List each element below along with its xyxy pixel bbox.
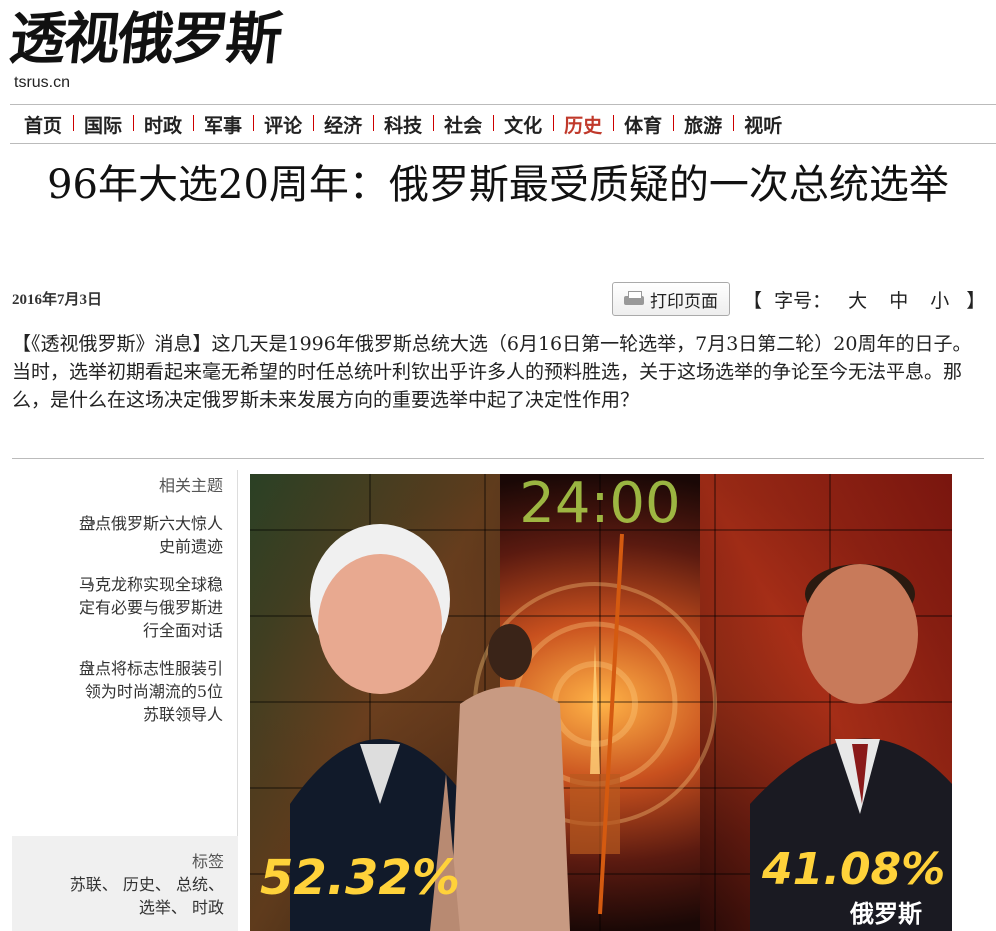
election-screen-photo: 24:00 52.32% 41.08% 俄罗斯	[250, 474, 952, 931]
logo-calligraphy: 透视俄罗斯	[6, 6, 284, 72]
article-meta: 2016年7月3日 打印页面 【 字号： 大 中 小 】	[12, 282, 985, 318]
article-lead: 【《透视俄罗斯》消息】这几天是1996年俄罗斯总统大选（6月16日第一轮选举，7…	[12, 333, 972, 411]
tags-box: 标签 苏联、 历史、 总统、 选举、 时政	[12, 836, 238, 931]
fontsize-label: 字号：	[774, 290, 832, 312]
tag-link[interactable]: 总统	[176, 875, 208, 894]
nav-item-tech[interactable]: 科技	[373, 111, 433, 138]
logo-domain: tsrus.cn	[14, 74, 71, 91]
screen-clock: 24:00	[519, 474, 680, 536]
article-photo: 24:00 52.32% 41.08% 俄罗斯	[250, 474, 952, 931]
related-link[interactable]: 盘点俄罗斯六大惊人史前遗迹	[12, 512, 237, 558]
tags-line-1: 苏联、 历史、 总统、	[69, 875, 224, 894]
tag-link[interactable]: 时政	[192, 898, 224, 917]
divider	[12, 458, 984, 459]
related-heading: 相关主题	[158, 476, 223, 495]
fontsize-open-bracket: 【	[743, 290, 763, 312]
fontsize-medium[interactable]: 中	[889, 290, 908, 312]
tag-link[interactable]: 选举	[139, 898, 171, 917]
font-size-control: 【 字号： 大 中 小 】	[740, 286, 988, 313]
printer-icon	[624, 291, 644, 307]
nav-item-sports[interactable]: 体育	[613, 111, 673, 138]
print-button[interactable]: 打印页面	[612, 282, 730, 316]
nav-item-travel[interactable]: 旅游	[673, 111, 733, 138]
article-title: 96年大选20周年：俄罗斯最受质疑的一次总统选举	[47, 162, 949, 208]
sidebar: 相关主题 盘点俄罗斯六大惊人史前遗迹 马克龙称实现全球稳定有必要与俄罗斯进行全面…	[12, 470, 238, 931]
site-logo[interactable]: 透视俄罗斯 tsrus.cn	[6, 6, 430, 96]
nav-item-military[interactable]: 军事	[193, 111, 253, 138]
nav-item-media[interactable]: 视听	[733, 111, 793, 138]
nav-item-economy[interactable]: 经济	[313, 111, 373, 138]
related-list: 盘点俄罗斯六大惊人史前遗迹 马克龙称实现全球稳定有必要与俄罗斯进行全面对话 盘点…	[12, 512, 237, 726]
nav-item-politics[interactable]: 时政	[133, 111, 193, 138]
nav-item-commentary[interactable]: 评论	[253, 111, 313, 138]
nav-item-culture[interactable]: 文化	[493, 111, 553, 138]
tags-heading: 标签	[191, 852, 224, 871]
nav-item-history[interactable]: 历史	[553, 111, 613, 138]
fontsize-large[interactable]: 大	[848, 290, 867, 312]
nav-item-society[interactable]: 社会	[433, 111, 493, 138]
tags-line-2: 选举、 时政	[138, 898, 224, 917]
nav-item-home[interactable]: 首页	[20, 111, 73, 138]
tag-link[interactable]: 苏联	[70, 875, 102, 894]
related-link[interactable]: 盘点将标志性服装引领为时尚潮流的5位苏联领导人	[12, 657, 237, 726]
screen-percent-left: 52.32%	[260, 850, 460, 906]
screen-percent-right: 41.08%	[761, 844, 945, 895]
print-label: 打印页面	[650, 291, 718, 312]
fontsize-small[interactable]: 小	[930, 290, 949, 312]
nav-item-international[interactable]: 国际	[73, 111, 133, 138]
fontsize-close-bracket: 】	[966, 290, 986, 312]
tag-link[interactable]: 历史	[123, 875, 155, 894]
photo-watermark: 俄罗斯	[849, 900, 922, 928]
article-date: 2016年7月3日	[12, 292, 103, 308]
related-link[interactable]: 马克龙称实现全球稳定有必要与俄罗斯进行全面对话	[12, 573, 237, 642]
main-nav: 首页 国际 时政 军事 评论 经济 科技 社会 文化 历史 体育 旅游 视听	[10, 104, 996, 144]
